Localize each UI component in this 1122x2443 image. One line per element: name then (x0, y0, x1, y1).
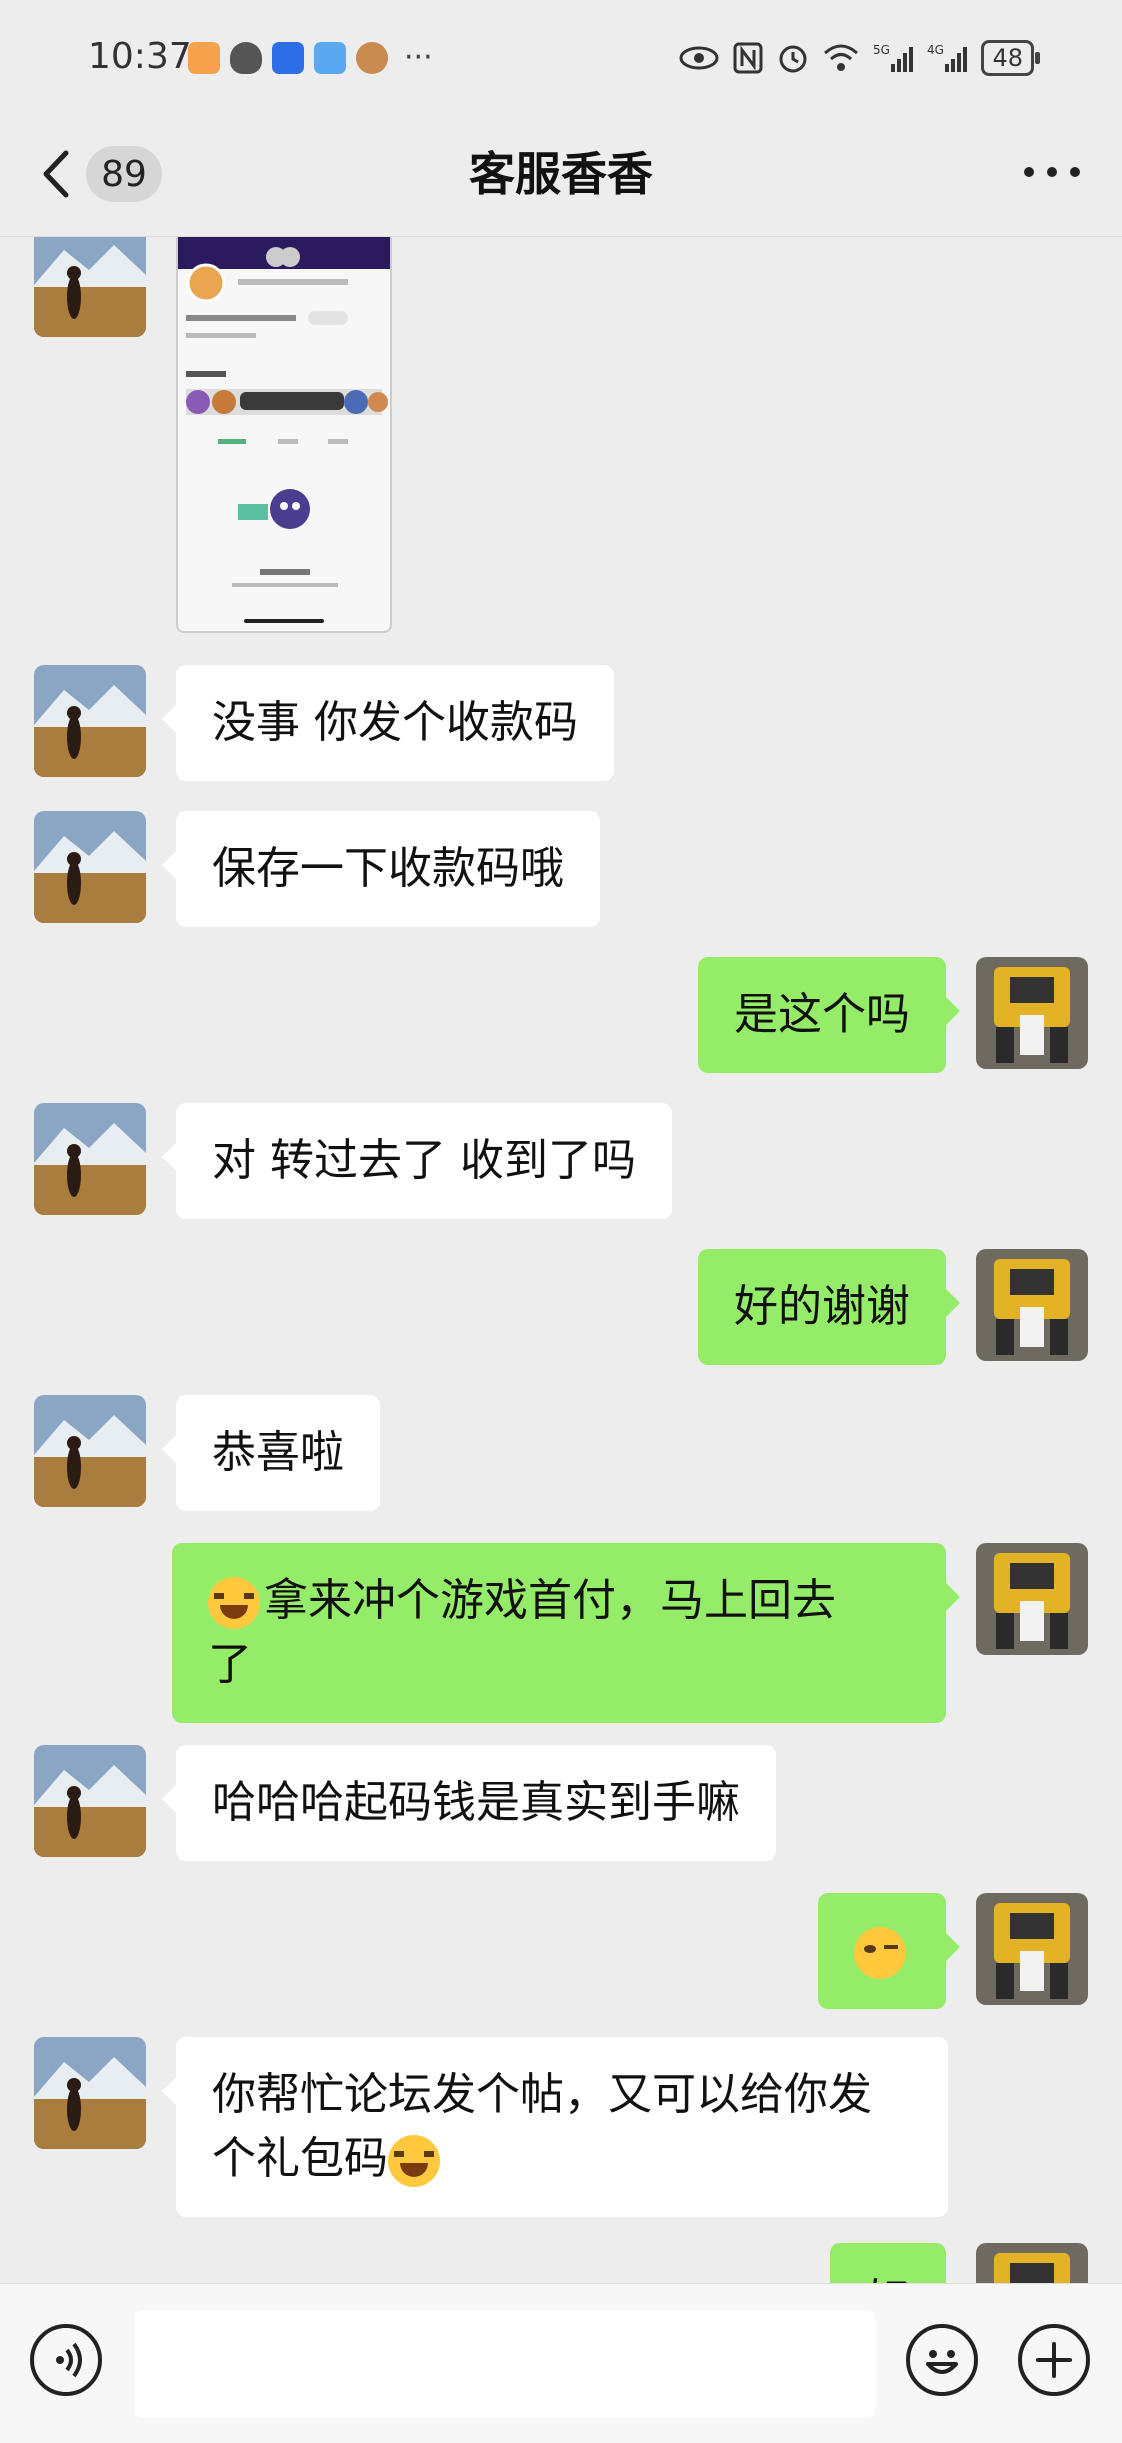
laugh-tears-emoji-icon (388, 2135, 440, 2187)
message-text: 哈哈哈起码钱是真实到手嘛 (212, 1777, 740, 1828)
app-icon (272, 42, 304, 74)
message-text: 没事 你发个收款码 (212, 697, 578, 748)
screenshot-thumbnail (178, 237, 390, 623)
nfc-icon (733, 42, 763, 74)
message-text: 是这个吗 (734, 989, 910, 1040)
message-text: 好的谢谢 (734, 1281, 910, 1332)
incoming-message[interactable]: 恭喜啦 (162, 1395, 380, 1511)
system-icons: 5G 4G 48 (679, 38, 1040, 78)
notification-icons: ··· (188, 40, 433, 76)
my-avatar[interactable] (976, 1249, 1088, 1361)
contact-avatar[interactable] (34, 237, 146, 337)
outgoing-message[interactable]: 好的谢谢 (698, 1249, 960, 1365)
my-avatar[interactable] (976, 2243, 1088, 2283)
outgoing-message[interactable]: 是这个吗 (698, 957, 960, 1073)
more-options-button[interactable] (1024, 160, 1080, 184)
dot-icon (1047, 167, 1057, 177)
smirk-emoji-icon (854, 1927, 906, 1979)
smiley-icon (926, 2350, 958, 2374)
message-text: 恭喜啦 (212, 1427, 344, 1478)
voice-input-button[interactable] (30, 2324, 102, 2396)
message-list[interactable]: 没事 你发个收款码 保存一下收款码哦 是这个吗 对 转过去了 收到了吗 好的谢谢… (0, 237, 1122, 2283)
contact-avatar[interactable] (34, 1103, 146, 1215)
message-text: 保存一下收款码哦 (212, 843, 564, 894)
cry-laugh-emoji-icon (208, 1577, 260, 1629)
message-text-line2: 了 (208, 1639, 252, 1690)
contact-avatar[interactable] (34, 665, 146, 777)
eye-icon (679, 46, 719, 70)
taobao-icon (188, 42, 220, 74)
battery-indicator: 48 (981, 40, 1040, 76)
5g-signal-icon: 5G (873, 43, 914, 72)
image-message[interactable] (176, 237, 392, 633)
my-avatar[interactable] (976, 1893, 1088, 2005)
incoming-message[interactable]: 对 转过去了 收到了吗 (162, 1103, 672, 1219)
input-bar (0, 2283, 1122, 2443)
svg-text:4G: 4G (927, 43, 944, 57)
svg-text:5G: 5G (873, 43, 890, 57)
dot-icon (1024, 167, 1034, 177)
emoji-button[interactable] (906, 2324, 978, 2396)
message-text-line1: 你帮忙论坛发个帖，又可以给你发 (212, 2069, 872, 2120)
dot-icon (1070, 167, 1080, 177)
my-avatar[interactable] (976, 957, 1088, 1069)
wifi-icon (824, 44, 859, 71)
message-text-line2: 个礼包码 (212, 2133, 388, 2184)
status-time: 10:37 (88, 36, 192, 77)
page-title: 客服香香 (469, 147, 653, 201)
incoming-message[interactable]: 保存一下收款码哦 (162, 811, 600, 927)
message-input[interactable] (134, 2310, 876, 2418)
qq-icon (230, 42, 262, 74)
message-text: 对 转过去了 收到了吗 (212, 1135, 636, 1186)
outgoing-message[interactable]: 拿来冲个游戏首付，马上回去 了 (172, 1543, 960, 1723)
outgoing-message[interactable]: 好 (830, 2243, 946, 2283)
weather-icon (314, 42, 346, 74)
contact-avatar[interactable] (34, 1395, 146, 1507)
message-text: 好 (866, 2275, 910, 2283)
chat-header: 89 客服香香 (0, 110, 1122, 237)
contact-avatar[interactable] (34, 2037, 146, 2149)
4g-signal-icon: 4G (927, 43, 968, 72)
status-bar: 10:37 ··· 5G 4G 48 (0, 0, 1122, 110)
outgoing-message[interactable] (818, 1893, 960, 2009)
voice-icon (56, 2342, 82, 2378)
incoming-message[interactable]: 你帮忙论坛发个帖，又可以给你发 个礼包码 (162, 2037, 948, 2217)
plus-icon (1036, 2342, 1072, 2378)
incoming-message[interactable]: 哈哈哈起码钱是真实到手嘛 (162, 1745, 776, 1861)
more-functions-button[interactable] (1018, 2324, 1090, 2396)
contact-avatar[interactable] (34, 1745, 146, 1857)
monkey-app-icon (356, 42, 388, 74)
incoming-message[interactable]: 没事 你发个收款码 (162, 665, 614, 781)
my-avatar[interactable] (976, 1543, 1088, 1655)
message-text-line1: 拿来冲个游戏首付，马上回去 (264, 1575, 836, 1626)
more-notifications-icon: ··· (404, 40, 433, 75)
alarm-icon (779, 45, 807, 73)
contact-avatar[interactable] (34, 811, 146, 923)
